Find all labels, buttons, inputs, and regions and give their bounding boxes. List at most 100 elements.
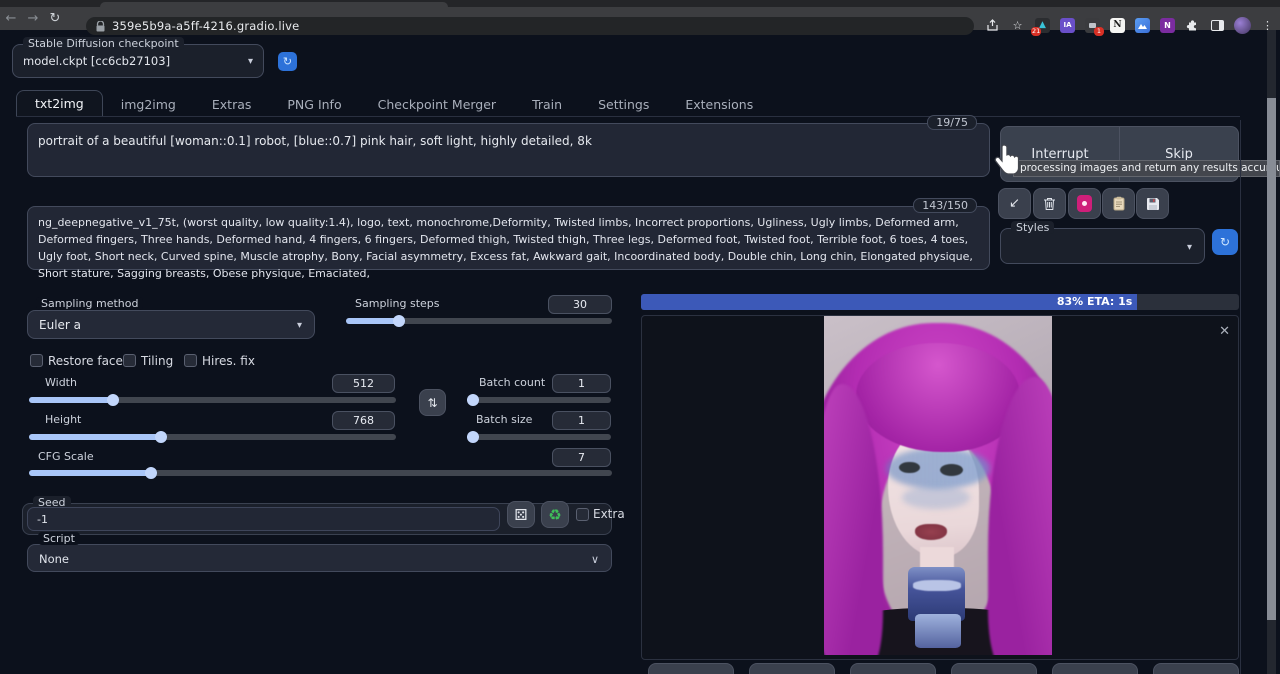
main-tabs: txt2img img2img Extras PNG Info Checkpoi…: [16, 90, 771, 117]
height-label: Height: [45, 413, 81, 426]
seed-value: -1: [37, 513, 48, 526]
ext-notion-icon[interactable]: N: [1109, 17, 1126, 34]
tab-checkpoint-merger[interactable]: Checkpoint Merger: [360, 92, 514, 117]
checkpoint-value: model.ckpt [cc6cb27103]: [23, 54, 170, 68]
chevron-down-icon: ▾: [1187, 242, 1192, 253]
tab-txt2img[interactable]: txt2img: [16, 90, 103, 117]
batch-count-input[interactable]: 1: [552, 374, 611, 393]
back-icon[interactable]: ←: [0, 11, 22, 26]
apply-style-button[interactable]: [1102, 188, 1135, 219]
width-input[interactable]: 512: [332, 374, 395, 393]
generation-progress-bar: 83% ETA: 1s: [641, 294, 1239, 310]
batch-size-label: Batch size: [476, 413, 532, 426]
batch-size-input[interactable]: 1: [552, 411, 611, 430]
tab-extras[interactable]: Extras: [194, 92, 270, 117]
output-action-button[interactable]: [648, 663, 734, 674]
prompt-text: portrait of a beautiful [woman::0.1] rob…: [38, 132, 979, 150]
extra-networks-icon: [1077, 195, 1092, 212]
reload-icon[interactable]: ↻: [44, 11, 66, 26]
negative-prompt-textarea[interactable]: 143/150 ng_deepnegative_v1_75t, (worst q…: [27, 206, 990, 270]
generated-image-preview[interactable]: [824, 316, 1052, 655]
forward-icon[interactable]: →: [22, 11, 44, 26]
checkpoint-dropdown[interactable]: Stable Diffusion checkpoint model.ckpt […: [12, 44, 264, 78]
restore-faces-label: Restore faces: [48, 354, 129, 368]
save-style-button[interactable]: [1136, 188, 1169, 219]
refresh-styles-button[interactable]: ↻: [1212, 229, 1238, 255]
seed-extra-checkbox[interactable]: [576, 508, 589, 521]
paste-params-button[interactable]: ↙: [998, 188, 1031, 219]
mouse-cursor: [994, 144, 1020, 176]
hires-fix-checkbox[interactable]: [184, 354, 197, 367]
negative-prompt-text: ng_deepnegative_v1_75t, (worst quality, …: [38, 214, 981, 283]
tab-img2img[interactable]: img2img: [103, 92, 194, 117]
tab-settings[interactable]: Settings: [580, 92, 667, 117]
output-action-button[interactable]: [1153, 663, 1239, 674]
page-scrollbar[interactable]: [1267, 30, 1276, 674]
progress-text: 83% ETA: 1s: [1057, 295, 1132, 308]
chevron-down-icon: ▾: [297, 320, 302, 331]
ext-ia-icon[interactable]: IA: [1059, 17, 1076, 34]
browser-tab-strip: [0, 0, 1280, 7]
sampling-method-dropdown[interactable]: Sampling method Euler a ▾: [27, 310, 315, 339]
batch-size-slider[interactable]: [467, 434, 611, 440]
sampling-steps-input[interactable]: 30: [548, 295, 612, 314]
prompt-textarea[interactable]: 19/75 portrait of a beautiful [woman::0.…: [27, 123, 990, 177]
ext-onenote-icon[interactable]: N: [1159, 17, 1176, 34]
cfg-scale-input[interactable]: 7: [552, 448, 611, 467]
random-seed-dice-button[interactable]: ⚄: [507, 501, 535, 528]
address-bar[interactable]: 359e5b9a-a5ff-4216.gradio.live: [86, 17, 974, 35]
bookmark-star-icon[interactable]: ☆: [1009, 17, 1026, 34]
tab-train[interactable]: Train: [514, 92, 580, 117]
trash-icon: [1043, 197, 1056, 211]
ext-arrow-icon[interactable]: ▲ 21: [1034, 17, 1051, 34]
output-action-button[interactable]: [850, 663, 936, 674]
batch-count-label: Batch count: [479, 376, 545, 389]
chevron-down-icon: ∨: [591, 553, 599, 566]
chevron-down-icon: ▾: [248, 56, 253, 67]
close-preview-icon[interactable]: ✕: [1219, 324, 1230, 339]
stable-diffusion-webui: ← → ↻ 359e5b9a-a5ff-4216.gradio.live ☆ ▲…: [0, 0, 1280, 674]
prompt-token-counter: 19/75: [927, 115, 977, 130]
ext-camera-badge: 1: [1094, 27, 1104, 36]
ext-camera-icon[interactable]: 1: [1084, 17, 1101, 34]
restore-faces-checkbox[interactable]: [30, 354, 43, 367]
ext-photos-icon[interactable]: [1134, 17, 1151, 34]
browser-toolbar: ← → ↻ 359e5b9a-a5ff-4216.gradio.live ☆ ▲…: [0, 7, 1280, 30]
cfg-scale-slider[interactable]: [29, 470, 612, 476]
width-slider[interactable]: [29, 397, 396, 403]
tab-png-info[interactable]: PNG Info: [269, 92, 359, 117]
share-icon[interactable]: [984, 17, 1001, 34]
seed-extra-label: Extra: [593, 507, 625, 521]
extra-networks-button[interactable]: [1068, 188, 1101, 219]
swap-dimensions-button[interactable]: ⇅: [419, 389, 446, 416]
tabs-divider: [16, 116, 1240, 117]
script-dropdown[interactable]: Script None ∨: [27, 544, 612, 572]
script-value: None: [39, 552, 69, 566]
sampling-steps-slider[interactable]: [346, 318, 612, 324]
cfg-scale-label: CFG Scale: [38, 450, 94, 463]
clear-prompt-button[interactable]: [1033, 188, 1066, 219]
side-panel-icon[interactable]: [1209, 17, 1226, 34]
batch-count-slider[interactable]: [467, 397, 611, 403]
tiling-label: Tiling: [141, 354, 173, 368]
sampling-method-label: Sampling method: [36, 297, 143, 310]
reuse-seed-recycle-button[interactable]: ♻: [541, 501, 569, 528]
output-action-button[interactable]: [1052, 663, 1138, 674]
sampling-method-value: Euler a: [39, 318, 81, 332]
output-action-button[interactable]: [749, 663, 835, 674]
height-input[interactable]: 768: [332, 411, 395, 430]
profile-avatar[interactable]: [1234, 17, 1251, 34]
extensions-puzzle-icon[interactable]: [1184, 17, 1201, 34]
styles-dropdown[interactable]: Styles ▾: [1000, 228, 1205, 264]
tiling-checkbox[interactable]: [123, 354, 136, 367]
ext-arrow-badge: 21: [1031, 27, 1041, 36]
width-label: Width: [45, 376, 77, 389]
scrollbar-thumb[interactable]: [1267, 98, 1276, 620]
refresh-checkpoints-button[interactable]: ↻: [278, 52, 297, 71]
output-action-button[interactable]: [951, 663, 1037, 674]
script-label: Script: [38, 532, 80, 545]
tab-extensions[interactable]: Extensions: [667, 92, 771, 117]
height-slider[interactable]: [29, 434, 396, 440]
seed-input[interactable]: -1: [27, 507, 500, 531]
lock-icon: [96, 21, 105, 32]
